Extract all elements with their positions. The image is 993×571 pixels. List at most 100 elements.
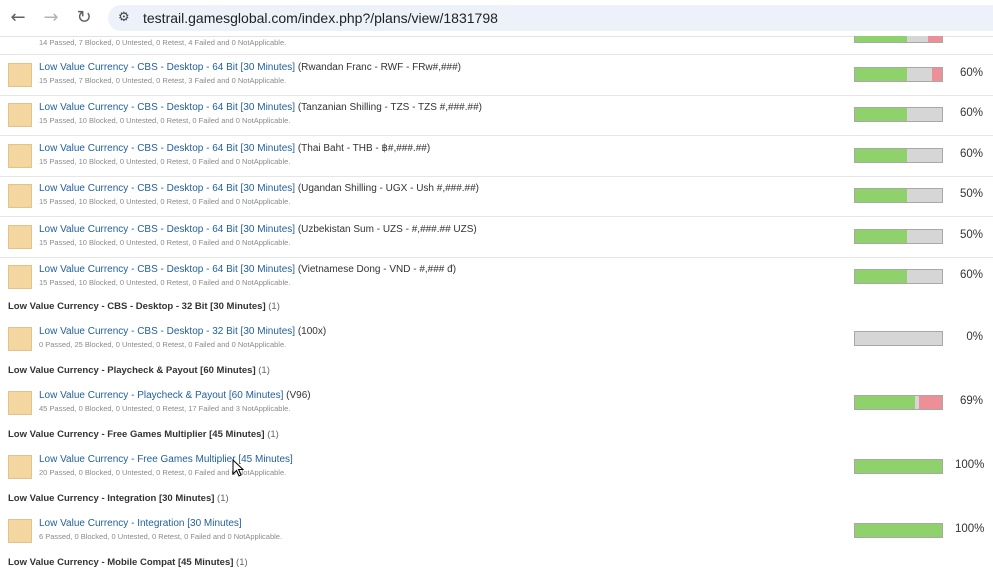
run-thumbnail [8,103,32,127]
progress-bar [854,269,943,284]
section-title: Low Value Currency - Mobile Compat [45 M… [8,557,234,568]
run-title: Low Value Currency - CBS - Desktop - 32 … [39,326,326,337]
run-stats: 6 Passed, 0 Blocked, 0 Untested, 0 Retes… [39,532,283,541]
section-title: Low Value Currency - CBS - Desktop - 32 … [8,301,266,312]
run-link[interactable]: Low Value Currency - Playcheck & Payout … [39,390,283,401]
progress-bar [854,395,943,410]
tune-icon[interactable]: ⚙ [118,9,136,27]
section-count: (1) [217,493,229,504]
run-link[interactable]: Low Value Currency - CBS - Desktop - 32 … [39,326,295,337]
run-stats: 15 Passed, 7 Blocked, 0 Untested, 0 Rete… [39,76,287,85]
run-link[interactable]: Low Value Currency - CBS - Desktop - 64 … [39,102,295,113]
run-config: (Thai Baht - THB - ฿#,###.##) [297,143,431,154]
run-config: (Rwandan Franc - RWF - FRw#,###) [297,62,462,73]
run-link[interactable]: Low Value Currency - CBS - Desktop - 64 … [39,264,295,275]
row-divider [0,95,993,96]
mouse-cursor-icon [232,459,244,477]
run-link[interactable]: Low Value Currency - CBS - Desktop - 64 … [39,224,295,235]
run-stats: 45 Passed, 0 Blocked, 0 Untested, 0 Rete… [39,404,291,413]
run-link[interactable]: Low Value Currency - Integration [30 Min… [39,518,242,529]
progress-percent: 0% [966,331,983,343]
progress-percent: 50% [959,188,983,200]
progress-percent: 60% [959,107,983,119]
run-stats: 15 Passed, 10 Blocked, 0 Untested, 0 Ret… [39,238,291,247]
run-link[interactable]: Low Value Currency - Free Games Multipli… [39,454,293,465]
run-title: Low Value Currency - CBS - Desktop - 64 … [39,102,482,113]
run-title: Low Value Currency - Playcheck & Payout … [39,390,311,401]
run-config: (V96) [286,390,311,401]
progress-bar [854,107,943,122]
progress-failed [919,396,942,409]
run-title: Low Value Currency - CBS - Desktop - 64 … [39,183,479,194]
section-count: (1) [258,365,270,376]
run-stats: 15 Passed, 10 Blocked, 0 Untested, 0 Ret… [39,278,291,287]
progress-percent: 50% [959,229,983,241]
run-stats: 15 Passed, 10 Blocked, 0 Untested, 0 Ret… [39,116,291,125]
section-header: Low Value Currency - CBS - Desktop - 32 … [8,301,280,312]
progress-passed [855,270,908,283]
section-title: Low Value Currency - Free Games Multipli… [8,429,265,440]
run-stats: 15 Passed, 10 Blocked, 0 Untested, 0 Ret… [39,197,291,206]
progress-percent: 60% [959,67,983,79]
run-thumbnail [8,184,32,208]
progress-passed [855,230,908,243]
run-link[interactable]: Low Value Currency - CBS - Desktop - 64 … [39,143,295,154]
run-stats: 15 Passed, 10 Blocked, 0 Untested, 0 Ret… [39,157,291,166]
run-title: Low Value Currency - Integration [30 Min… [39,518,242,529]
run-config: (Ugandan Shilling - UGX - Ush #,###.##) [297,183,480,194]
progress-passed [855,460,942,473]
progress-percent: 100% [955,523,985,535]
progress-percent: 100% [955,459,985,471]
run-stats: 20 Passed, 0 Blocked, 0 Untested, 0 Rete… [39,468,287,477]
row-divider [0,176,993,177]
section-header: Low Value Currency - Playcheck & Payout … [8,365,270,376]
progress-bar [854,523,943,538]
progress-bar [854,36,943,43]
progress-bar [854,229,943,244]
run-stats: 14 Passed, 7 Blocked, 0 Untested, 0 Rete… [39,38,287,47]
browser-toolbar: ← → ↻ ⚙ testrail.gamesglobal.com/index.p… [0,0,993,37]
progress-passed [855,189,908,202]
progress-passed [855,524,942,537]
progress-bar [854,148,943,163]
run-link[interactable]: Low Value Currency - CBS - Desktop - 64 … [39,62,295,73]
run-thumbnail [8,327,32,351]
section-header: Low Value Currency - Integration [30 Min… [8,493,229,504]
progress-percent: 69% [959,395,983,407]
row-divider [0,216,993,217]
run-link[interactable]: Low Value Currency - CBS - Desktop - 64 … [39,183,295,194]
run-title: Low Value Currency - CBS - Desktop - 64 … [39,143,430,154]
run-config: (Uzbekistan Sum - UZS - #,###.## UZS) [297,224,477,235]
forward-arrow-icon[interactable]: → [40,8,62,28]
section-count: (1) [267,429,279,440]
section-title: Low Value Currency - Integration [30 Min… [8,493,215,504]
run-title: Low Value Currency - CBS - Desktop - 64 … [39,264,456,275]
progress-passed [855,68,908,81]
run-title: Low Value Currency - CBS - Desktop - 64 … [39,62,461,73]
progress-failed [928,36,942,42]
progress-bar [854,331,943,346]
section-count: (1) [268,301,280,312]
progress-percent: 60% [959,148,983,160]
progress-bar [854,459,943,474]
url-text[interactable]: testrail.gamesglobal.com/index.php?/plan… [143,10,498,26]
progress-other [907,36,929,42]
reload-icon[interactable]: ↻ [73,8,95,28]
progress-passed [855,149,908,162]
run-title: Low Value Currency - Free Games Multipli… [39,454,293,465]
section-header: Low Value Currency - Free Games Multipli… [8,429,279,440]
run-thumbnail [8,519,32,543]
address-bar[interactable]: ⚙ testrail.gamesglobal.com/index.php?/pl… [108,5,993,31]
progress-other [907,68,932,81]
run-thumbnail [8,144,32,168]
section-title: Low Value Currency - Playcheck & Payout … [8,365,256,376]
run-thumbnail [8,225,32,249]
run-config: (Tanzanian Shilling - TZS - TZS #,###.##… [297,102,482,113]
back-arrow-icon[interactable]: ← [7,8,29,28]
progress-passed [855,36,908,42]
run-thumbnail [8,455,32,479]
run-thumbnail [8,391,32,415]
run-thumbnail [8,63,32,87]
progress-failed [931,68,942,81]
row-divider [0,135,993,136]
